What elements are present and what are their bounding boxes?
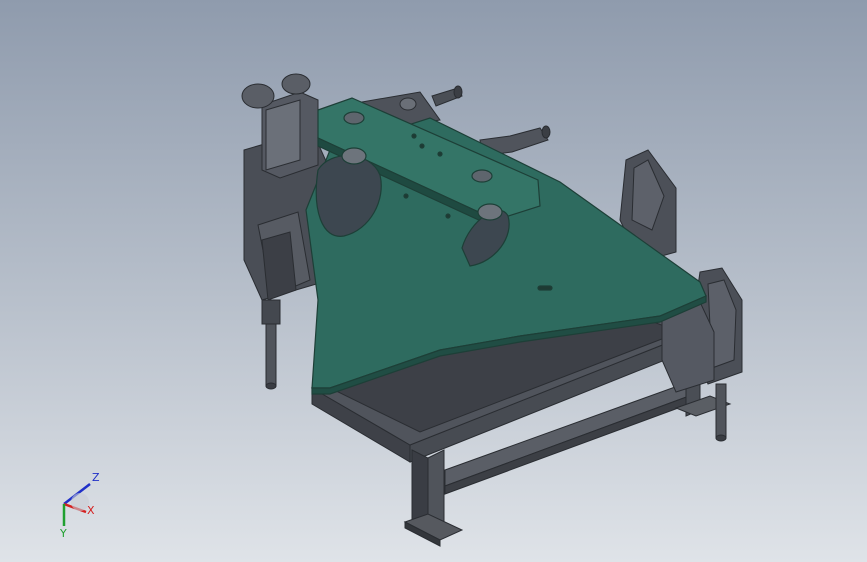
z-axis-label: Z — [92, 471, 100, 484]
graphics-viewport[interactable]: Z X Y — [0, 0, 867, 562]
y-axis-label: Y — [60, 527, 67, 540]
cad-model-assembly[interactable] — [0, 0, 867, 562]
x-axis-label: X — [87, 504, 95, 517]
